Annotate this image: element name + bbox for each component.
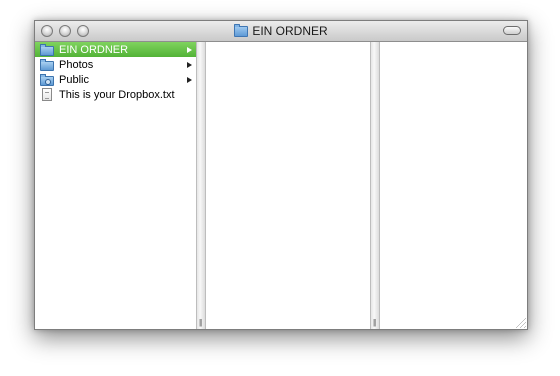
column-resize-handle-icon[interactable]: ||: [373, 319, 376, 327]
item-label: This is your Dropbox.txt: [59, 88, 175, 101]
text-file-icon: [42, 88, 52, 101]
column-resize-handle-icon[interactable]: ||: [199, 319, 202, 327]
item-label: Public: [59, 73, 89, 86]
column-2[interactable]: [206, 42, 370, 329]
window-title-text: EIN ORDNER: [252, 24, 328, 38]
column-1[interactable]: EIN ORDNER Photos Public This is your Dr…: [35, 42, 196, 329]
column-divider-1[interactable]: ||: [196, 42, 206, 329]
list-item-public[interactable]: Public: [35, 72, 196, 87]
window-title: EIN ORDNER: [35, 21, 527, 41]
disclosure-arrow-icon: [187, 46, 192, 53]
disclosure-arrow-icon: [187, 76, 192, 83]
column-browser: EIN ORDNER Photos Public This is your Dr…: [35, 42, 527, 329]
title-bar[interactable]: EIN ORDNER: [35, 21, 527, 42]
item-label: Photos: [59, 58, 94, 71]
toolbar-toggle-button[interactable]: [503, 26, 521, 35]
public-folder-icon: [40, 73, 54, 86]
folder-icon: [40, 58, 54, 71]
column-3[interactable]: [380, 42, 527, 329]
list-item-photos[interactable]: Photos: [35, 57, 196, 72]
list-item-dropbox-txt[interactable]: This is your Dropbox.txt: [35, 87, 196, 102]
folder-icon: [40, 43, 54, 56]
folder-icon: [234, 23, 249, 37]
column-divider-2[interactable]: ||: [370, 42, 380, 329]
disclosure-arrow-icon: [187, 61, 192, 68]
window-resize-grip-icon[interactable]: [516, 318, 526, 328]
item-label: EIN ORDNER: [59, 43, 129, 56]
list-item-ein-ordner[interactable]: EIN ORDNER: [35, 42, 196, 57]
finder-window: EIN ORDNER EIN ORDNER Photos Public This…: [34, 20, 528, 330]
